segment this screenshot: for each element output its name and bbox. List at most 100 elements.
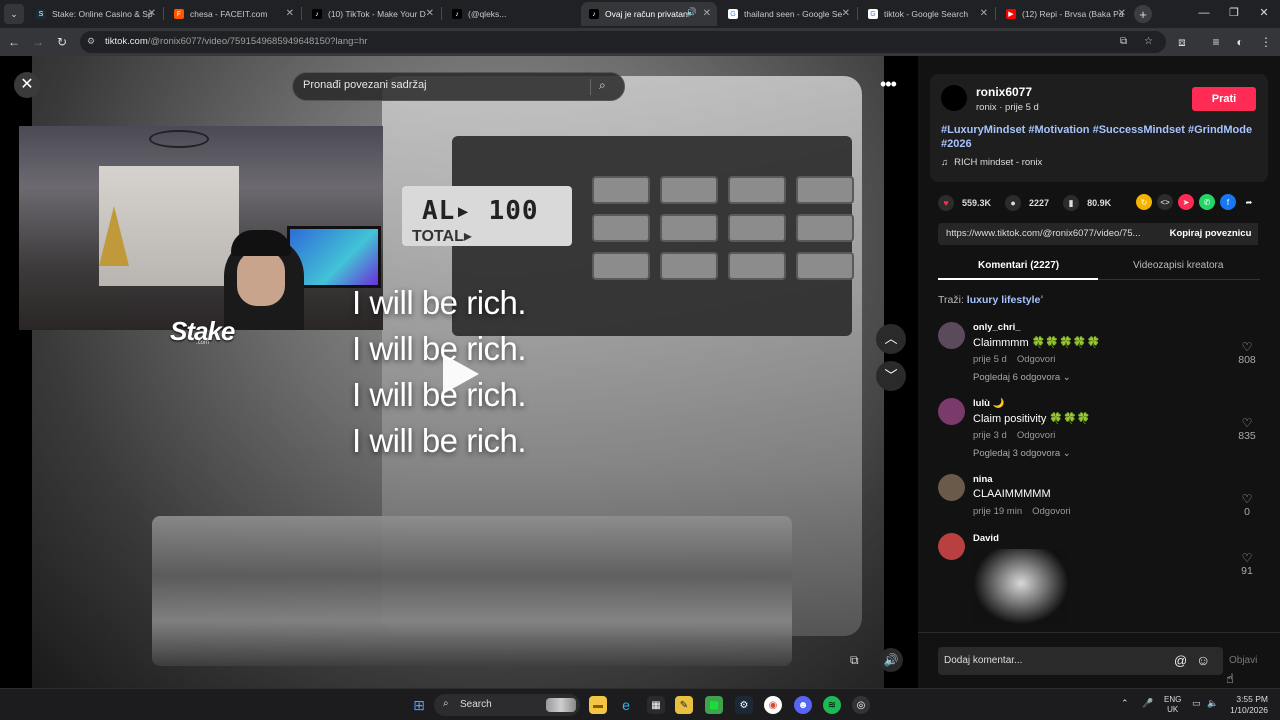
windows-start-icon[interactable]: ⊞ [410, 696, 428, 714]
comment-input-box[interactable]: @ ☺ [938, 647, 1223, 675]
reply-link[interactable]: Odgovori [1017, 430, 1056, 441]
chrome-icon[interactable]: ◉ [764, 696, 782, 714]
system-clock[interactable]: 3:55 PM 1/10/2026 [1224, 694, 1268, 716]
chrome-menu-icon[interactable]: ⋮ [1258, 34, 1274, 50]
follow-button[interactable]: Prati [1192, 87, 1256, 111]
volume-icon[interactable]: 🔊 [879, 648, 903, 672]
reading-list-icon[interactable]: ≡ [1208, 34, 1224, 50]
comment-like[interactable]: ♡ 835 [1234, 416, 1260, 442]
embed-code-icon[interactable]: <> [1157, 194, 1173, 210]
post-hashtags[interactable]: #LuxuryMindset #Motivation #SuccessMinds… [941, 123, 1261, 151]
heart-outline-icon[interactable]: ♡ [1234, 492, 1260, 506]
post-comment-button[interactable]: Objavi [1229, 655, 1257, 666]
avatar[interactable] [938, 474, 965, 501]
back-arrow-icon[interactable]: ← [6, 34, 22, 50]
heart-outline-icon[interactable]: ♡ [1234, 340, 1260, 354]
close-tab-icon[interactable]: ✕ [980, 8, 988, 19]
bookmark-icon[interactable]: ▮ [1063, 195, 1080, 211]
tray-chevron-up-icon[interactable]: ⌃ [1121, 698, 1129, 709]
creator-username[interactable]: ronix6077 [976, 85, 1032, 99]
play-icon[interactable] [443, 354, 479, 394]
picture-in-picture-icon[interactable]: ⧉ [850, 653, 859, 668]
site-info-icon[interactable]: ⚙ [87, 36, 95, 47]
video-player[interactable]: AL▸ 100 TOTAL▸ ✕ ⌕ Stake .com I will be … [0, 56, 918, 688]
avatar[interactable] [938, 322, 965, 349]
steam-icon[interactable]: ⚙ [735, 696, 753, 714]
profile-avatar-icon[interactable]: ◐ [1232, 34, 1248, 50]
next-video-chevron-down-icon[interactable]: ﹀ [876, 361, 906, 391]
reply-link[interactable]: Odgovori [1032, 506, 1071, 517]
restore-window-icon[interactable]: ❐ [1226, 5, 1242, 21]
close-tab-icon[interactable]: ✕ [426, 8, 434, 19]
reload-icon[interactable]: ↻ [54, 34, 70, 50]
tab-comments[interactable]: Komentari (2227) [978, 260, 1059, 271]
creator-avatar[interactable] [941, 85, 967, 111]
close-tab-icon[interactable]: ✕ [842, 8, 850, 19]
heart-icon[interactable]: ♥ [938, 195, 954, 211]
comment-bubble-icon[interactable]: ● [1005, 195, 1022, 211]
more-options-icon[interactable]: ••• [880, 74, 897, 95]
browser-tab[interactable]: ♪ (10) TikTok - Make Your D ✕ [304, 2, 440, 26]
audio-playing-icon[interactable]: 🔊 [686, 7, 697, 18]
minecraft-icon[interactable]: ▩ [705, 696, 723, 714]
avatar[interactable] [938, 533, 965, 560]
close-tab-icon[interactable]: ✕ [286, 8, 294, 19]
spotify-icon[interactable]: ≋ [823, 696, 841, 714]
save-stat[interactable]: ▮ 80.9K [1063, 195, 1111, 211]
related-search-bar[interactable]: ⌕ [292, 72, 625, 101]
browser-tab[interactable]: ♪ (@qleks... [444, 2, 578, 26]
heart-outline-icon[interactable]: ♡ [1234, 416, 1260, 430]
input-language[interactable]: ENG UK [1164, 695, 1181, 715]
heart-outline-icon[interactable]: ♡ [1234, 551, 1260, 565]
speaker-icon[interactable]: 🔈 [1207, 698, 1218, 709]
video-link[interactable]: https://www.tiktok.com/@ronix6077/video/… [946, 228, 1151, 239]
close-tab-icon[interactable]: ✕ [703, 8, 711, 19]
close-tab-icon[interactable]: ✕ [148, 8, 156, 19]
browser-tab[interactable]: G tiktok - Google Search ✕ [860, 2, 994, 26]
discord-icon[interactable]: ☻ [794, 696, 812, 714]
close-tab-icon[interactable]: ✕ [1118, 8, 1126, 19]
view-replies-link[interactable]: Pogledaj 3 odgovora ⌄ [973, 448, 1071, 459]
browser-tab[interactable]: F chesa - FACEIT.com ✕ [166, 2, 300, 26]
ms-store-icon[interactable]: ▦ [647, 696, 665, 714]
related-search-suggestion[interactable]: Traži: luxury lifestyle⌕ [938, 294, 1044, 306]
browser-tab-active[interactable]: ♪ Ovaj je račun privatan 🔊 ✕ [581, 2, 717, 26]
reply-link[interactable]: Odgovori [1017, 354, 1056, 365]
microphone-icon[interactable]: 🎤 [1142, 698, 1153, 709]
address-bar[interactable]: ⚙ tiktok.com/@ronix6077/video/7591549685… [80, 31, 1166, 53]
emoji-icon[interactable]: ☺ [1196, 652, 1210, 668]
browser-tab[interactable]: ▶ (12) Repi - Brvsa (Baka Pa ✕ [998, 2, 1132, 26]
facebook-icon[interactable]: f [1220, 194, 1236, 210]
view-replies-link[interactable]: Pogledaj 6 odgovora ⌄ [973, 372, 1071, 383]
comment-input[interactable] [944, 655, 1164, 666]
browser-tab[interactable]: G thailand seen - Google Se ✕ [720, 2, 856, 26]
install-app-icon[interactable]: ⧉ [1120, 36, 1127, 47]
related-search-input[interactable] [303, 79, 583, 91]
avatar[interactable] [938, 398, 965, 425]
close-video-button[interactable]: ✕ [14, 72, 40, 98]
browser-tab[interactable]: S Stake: Online Casino & Sp ✕ [28, 2, 162, 26]
app-circle-icon[interactable]: ◎ [852, 696, 870, 714]
repost-icon[interactable]: ↻ [1136, 194, 1152, 210]
send-to-friends-icon[interactable]: ➤ [1178, 194, 1194, 210]
network-icon[interactable]: ▭ [1192, 698, 1201, 709]
comment-like[interactable]: ♡ 0 [1234, 492, 1260, 518]
extensions-icon[interactable]: ⧈ [1174, 34, 1190, 50]
comment-like[interactable]: ♡ 808 [1234, 340, 1260, 366]
copy-link-button[interactable]: Kopiraj poveznicu [1163, 223, 1258, 245]
comment-stat[interactable]: ● 2227 [1005, 195, 1049, 211]
share-arrow-icon[interactable]: ➦ [1241, 194, 1257, 210]
tab-search-button[interactable]: ⌄ [4, 4, 24, 24]
edge-icon[interactable]: e [617, 696, 635, 714]
minimize-window-icon[interactable]: — [1196, 5, 1212, 21]
file-explorer-icon[interactable]: ▬ [589, 696, 607, 714]
forward-arrow-icon[interactable]: → [30, 34, 46, 50]
app-pen-icon[interactable]: ✎ [675, 696, 693, 714]
music-track[interactable]: ♫ RICH mindset - ronix [941, 157, 1042, 168]
search-icon[interactable]: ⌕ [599, 78, 606, 93]
comment-image-skull-xray[interactable] [973, 549, 1069, 625]
previous-video-chevron-up-icon[interactable]: ︿ [876, 324, 906, 354]
like-stat[interactable]: ♥ 559.3K [938, 195, 991, 211]
new-tab-button[interactable]: + [1134, 5, 1152, 23]
comment-like[interactable]: ♡ 91 [1234, 551, 1260, 577]
